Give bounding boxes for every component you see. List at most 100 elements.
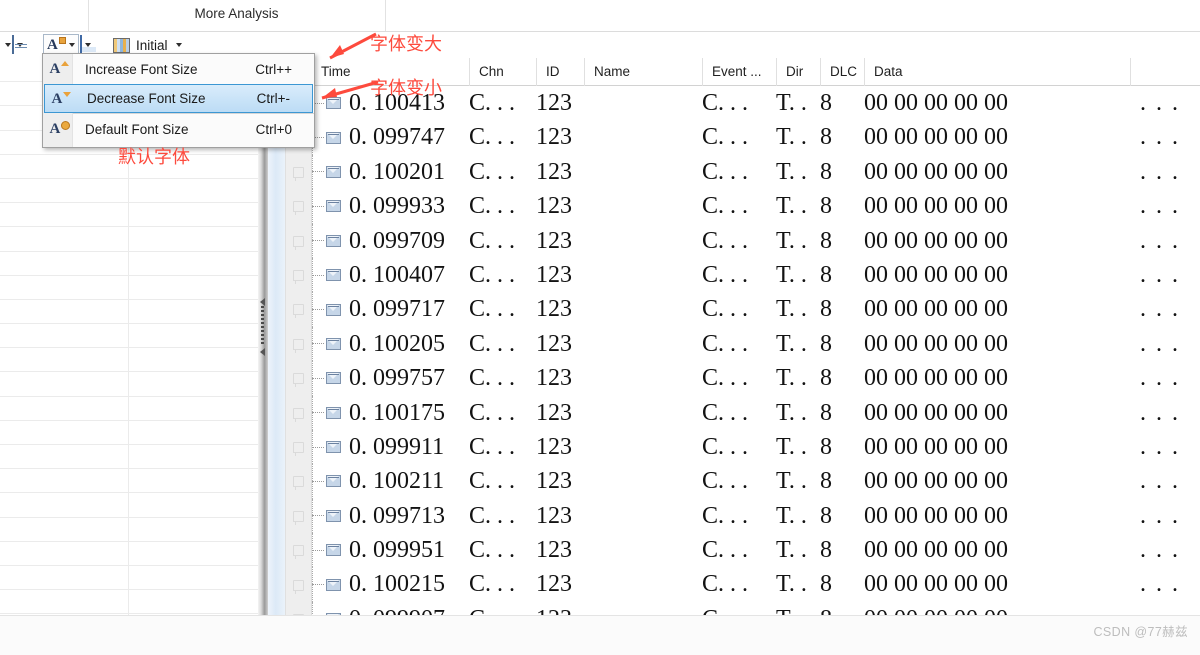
cell-id: 123 (536, 602, 582, 615)
cell-dir: T. . (776, 124, 807, 151)
cell-name (584, 224, 714, 258)
table-row[interactable]: 0. 100201 C. . . 123 C. . . T. . 8 00 00 00 00… (312, 154, 1200, 190)
left-grid-row[interactable] (0, 518, 258, 542)
cell-chn: C. . . (469, 90, 516, 116)
column-header-dlc[interactable]: DLC (820, 58, 864, 86)
left-grid-row[interactable] (0, 493, 258, 518)
message-envelope-icon (326, 509, 341, 522)
column-header-name[interactable]: Name (584, 58, 714, 86)
cell-dlc: 8 (820, 537, 832, 564)
column-header-dir[interactable]: Dir (776, 58, 820, 86)
menu-item-font-default[interactable]: A Default Font Size Ctrl+0 (43, 114, 314, 144)
left-grid-row[interactable] (0, 179, 258, 204)
menu-item-shortcut: Ctrl+- (256, 91, 290, 106)
table-row[interactable]: 0. 099911 C. . . 123 C. . . T. . 8 00 00 00 00… (312, 429, 1200, 465)
table-body[interactable]: 0. 100413 C. . . 123 C. . . T. . 8 00 00 00 00… (312, 86, 1200, 615)
table-row[interactable]: 0. 099951 C. . . 123 C. . . T. . 8 00 00 00 00… (312, 533, 1200, 568)
cell-event: C. . . (702, 433, 749, 460)
bookmark-marker-icon[interactable] (293, 270, 304, 284)
left-grid-row[interactable] (0, 227, 258, 252)
table-row[interactable]: 0. 100413 C. . . 123 C. . . T. . 8 00 00 00 00… (312, 86, 1200, 121)
previous-button-caret[interactable] (2, 34, 11, 56)
cell-time: 0. 099911 (312, 430, 462, 464)
bookmark-marker-icon[interactable] (293, 304, 304, 319)
splitter-grip[interactable] (261, 306, 264, 344)
column-header-chn[interactable]: Chn (469, 58, 527, 86)
tree-branch-icon (312, 171, 324, 173)
cell-name (584, 567, 714, 601)
column-header-event[interactable]: Event ... (702, 58, 776, 86)
cell-data: 00 00 00 00 00 (864, 158, 1008, 185)
cell-dlc: 8 (820, 433, 832, 460)
splitter-collapse-arrow-top[interactable] (260, 298, 265, 306)
cell-dir: T. . (776, 90, 807, 116)
cell-time-text: 0. 099933 (349, 193, 445, 220)
cell-data-overflow: . . . (1140, 330, 1180, 357)
cell-event: C. . . (702, 399, 749, 426)
cell-time-text: 0. 099951 (349, 537, 445, 564)
layout-list-button[interactable] (12, 34, 23, 56)
bookmark-marker-icon[interactable] (293, 407, 304, 422)
table-row[interactable]: 0. 100215 C. . . 123 C. . . T. . 8 00 00 00 00… (312, 567, 1200, 602)
bookmark-marker-icon[interactable] (293, 545, 304, 560)
cell-chn: C. . . (469, 365, 516, 392)
left-grid-row[interactable] (0, 469, 258, 494)
cell-dlc: 8 (820, 90, 832, 116)
left-grid-row[interactable] (0, 324, 258, 349)
font-size-menu[interactable]: A Increase Font Size Ctrl++ A Decrease Font … (42, 53, 315, 148)
table-row[interactable]: 0. 099717 C. . . 123 C. . . T. . 8 00 00 00 00… (312, 292, 1200, 327)
bookmark-marker-icon[interactable] (293, 235, 304, 250)
cell-event: C. . . (702, 571, 749, 598)
table-row[interactable]: 0. 099933 C. . . 123 C. . . T. . 8 00 00 00 00… (312, 189, 1200, 224)
left-grid-row[interactable] (0, 252, 258, 276)
column-header-data[interactable]: Data (864, 58, 1130, 86)
cell-time-text: 0. 100215 (349, 571, 445, 598)
bookmark-marker-icon[interactable] (293, 579, 304, 594)
cell-dlc: 8 (820, 261, 832, 288)
bookmark-marker-icon[interactable] (293, 201, 304, 216)
cell-data: 00 00 00 00 00 (864, 330, 1008, 357)
splitter-collapse-arrow-bottom[interactable] (260, 348, 265, 356)
bookmark-marker-icon[interactable] (293, 442, 304, 456)
left-grid-row[interactable] (0, 203, 258, 228)
menu-item-font-decrease[interactable]: A Decrease Font Size Ctrl+- (44, 84, 313, 113)
table-row[interactable]: 0. 100205 C. . . 123 C. . . T. . 8 00 00 00 00… (312, 326, 1200, 362)
menu-item-font-increase[interactable]: A Increase Font Size Ctrl++ (43, 54, 314, 84)
table-row[interactable]: 0. 099757 C. . . 123 C. . . T. . 8 00 00 00 00… (312, 361, 1200, 396)
cell-time: 0. 100407 (312, 258, 462, 292)
bookmark-marker-icon[interactable] (293, 338, 304, 353)
cell-name (584, 464, 714, 498)
left-grid-row[interactable] (0, 372, 258, 397)
bookmark-marker-icon[interactable] (293, 373, 304, 388)
left-grid-row[interactable] (0, 590, 258, 615)
table-row[interactable]: 0. 099747 C. . . 123 C. . . T. . 8 00 00 00 00… (312, 120, 1200, 155)
left-grid-row[interactable] (0, 566, 258, 591)
left-grid-row[interactable] (0, 542, 258, 566)
bookmark-marker-icon[interactable] (293, 166, 304, 181)
bookmark-marker-icon[interactable] (293, 476, 304, 491)
table-row[interactable]: 0. 099907C. . .123C. . .T. .800 00 00 00… (312, 601, 1200, 615)
cell-name (584, 292, 714, 326)
table-row[interactable]: 0. 100175 C. . . 123 C. . . T. . 8 00 00 00 00… (312, 395, 1200, 430)
cell-dlc: 8 (820, 296, 832, 323)
table-row[interactable]: 0. 100211 C. . . 123 C. . . T. . 8 00 00 00 00… (312, 464, 1200, 499)
app-window: More Analysis A Initial Time Chn ID Name… (0, 0, 1200, 655)
column-header-id[interactable]: ID (536, 58, 582, 86)
table-row[interactable]: 0. 099709 C. . . 123 C. . . T. . 8 00 00 00 00… (312, 223, 1200, 258)
left-grid-row[interactable] (0, 397, 258, 421)
cell-time-text: 0. 099747 (349, 124, 445, 151)
left-grid-row[interactable] (0, 421, 258, 445)
bookmark-marker-icon[interactable] (293, 510, 304, 525)
cell-chn: C. . . (469, 602, 527, 615)
table-row[interactable]: 0. 100407 C. . . 123 C. . . T. . 8 00 00 00 00… (312, 257, 1200, 293)
left-grid-row[interactable] (0, 348, 258, 373)
left-grid-row[interactable] (0, 445, 258, 470)
table-row[interactable]: 0. 099713 C. . . 123 C. . . T. . 8 00 00 00 00… (312, 498, 1200, 534)
left-grid-row[interactable] (0, 300, 258, 325)
cell-time: 0. 099907 (312, 602, 462, 615)
left-grid-row[interactable] (0, 276, 258, 300)
cell-chn: C. . . (469, 433, 516, 460)
header-tail-divider (1130, 58, 1131, 86)
message-table[interactable]: Time Chn ID Name Event ... Dir DLC Data 0. 1004… (312, 58, 1200, 615)
cell-dlc: 8 (820, 330, 832, 357)
